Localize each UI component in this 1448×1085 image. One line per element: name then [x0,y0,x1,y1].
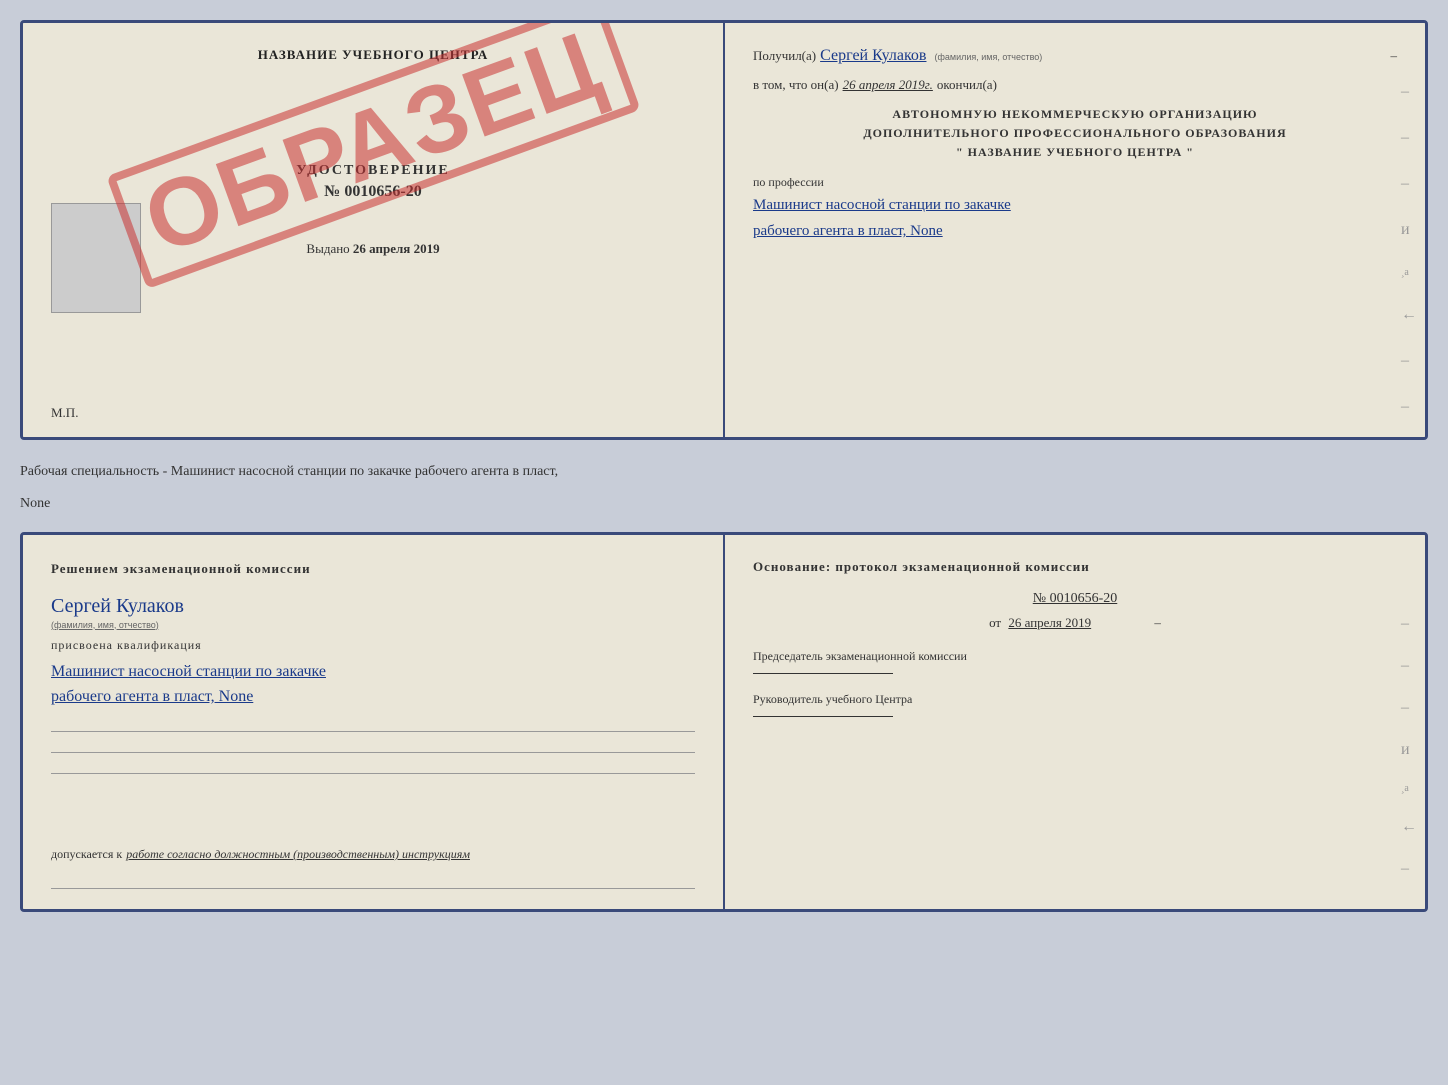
right-dashes: – – – и ¸а ← – – – – [1401,83,1417,440]
protocol-date-value: 26 апреля 2019 [1008,615,1091,630]
bottom-left: Решением экзаменационной комиссии Сергей… [23,535,725,909]
poluchil-label: Получил(а) [753,48,816,64]
bottom-right: Основание: протокол экзаменационной коми… [725,535,1425,909]
bottom-name-value: Сергей Кулаков [51,595,695,618]
doc-left: НАЗВАНИЕ УЧЕБНОГО ЦЕНТРА ОБРАЗЕЦ УДОСТОВ… [23,23,725,437]
vtom-line: в том, что он(а) 26 апреля 2019г. окончи… [753,77,1397,93]
profession-line-1: Машинист насосной станции по закачке [753,194,1397,217]
rukovoditel-label: Руководитель учебного Центра [753,690,1397,708]
dash-1: – [1391,48,1398,64]
vtom-date: 26 апреля 2019г. [843,77,933,93]
school-name-top: НАЗВАНИЕ УЧЕБНОГО ЦЕНТРА [51,47,695,63]
dopuskaetsya-block: допускается к работе согласно должностны… [51,845,695,893]
bottom-document: Решением экзаменационной комиссии Сергей… [20,532,1428,912]
dopuskaetsya-lines [51,871,695,889]
protocol-number: № 0010656-20 [753,591,1397,607]
org-line-2: ДОПОЛНИТЕЛЬНОГО ПРОФЕССИОНАЛЬНОГО ОБРАЗО… [753,124,1397,143]
line-1 [51,714,695,732]
specialty-line: Рабочая специальность - Машинист насосно… [20,456,1428,488]
chairman-block: Председатель экзаменационной комиссии [753,647,1397,674]
predsedatel-label: Председатель экзаменационной комиссии [753,647,1397,665]
mp-text: М.П. [51,405,78,421]
bottom-right-dashes: – – – и ¸а ← – – – – [1401,615,1417,912]
osnovanie-text: Основание: протокол экзаменационной коми… [753,559,1397,575]
page-wrapper: НАЗВАНИЕ УЧЕБНОГО ЦЕНТРА ОБРАЗЕЦ УДОСТОВ… [20,20,1428,912]
photo-placeholder [51,203,141,313]
org-line-3: " НАЗВАНИЕ УЧЕБНОГО ЦЕНТРА " [753,143,1397,162]
qual-line-2: рабочего агента в пласт, None [51,684,695,710]
profession-line-2: рабочего агента в пласт, None [753,220,1397,243]
po-professii: по профессии [753,175,1397,190]
qual-line-1: Машинист насосной станции по закачке [51,659,695,685]
poluchil-line: Получил(а) Сергей Кулаков (фамилия, имя,… [753,47,1397,65]
okonchil-label: окончил(а) [937,77,997,93]
predsedatel-signature-line [753,673,893,674]
org-block: АВТОНОМНУЮ НЕКОММЕРЧЕСКУЮ ОРГАНИЗАЦИЮ ДО… [753,105,1397,163]
specialty-line-2: None [20,488,1428,520]
vydano-date: 26 апреля 2019 [353,241,440,256]
line-2 [51,735,695,753]
vydano-block: Выдано 26 апреля 2019 [51,241,695,257]
resheniem-text: Решением экзаменационной комиссии [51,559,695,579]
udostoverenie-number: № 0010656-20 [51,183,695,201]
dopuskaetsya-value: работе согласно должностным (производств… [126,847,470,861]
rukovoditel-signature-line [753,716,893,717]
d-line-1 [51,871,695,889]
doc-right: Получил(а) Сергей Кулаков (фамилия, имя,… [725,23,1425,437]
vtom-label: в том, что он(а) [753,77,839,93]
rukovoditel-block: Руководитель учебного Центра [753,690,1397,717]
udostoverenie-block: УДОСТОВЕРЕНИЕ № 0010656-20 [51,163,695,201]
top-document: НАЗВАНИЕ УЧЕБНОГО ЦЕНТРА ОБРАЗЕЦ УДОСТОВ… [20,20,1428,440]
line-3 [51,756,695,774]
udostoverenie-title: УДОСТОВЕРЕНИЕ [51,163,695,179]
specialty-section: Рабочая специальность - Машинист насосно… [20,450,1428,522]
familia-label: (фамилия, имя, отчество) [934,52,1042,62]
bottom-name-label: (фамилия, имя, отчество) [51,620,695,630]
org-line-1: АВТОНОМНУЮ НЕКОММЕРЧЕСКУЮ ОРГАНИЗАЦИЮ [753,105,1397,124]
vydano-label: Выдано [306,241,349,256]
bottom-left-lines [51,714,695,774]
protocol-date-prefix: от [989,615,1001,630]
dopuskaetsya-label: допускается к [51,847,122,861]
prisvoena-text: присвоена квалификация [51,638,695,653]
protocol-date: от 26 апреля 2019 – [753,615,1397,631]
poluchil-value: Сергей Кулаков [820,47,926,65]
